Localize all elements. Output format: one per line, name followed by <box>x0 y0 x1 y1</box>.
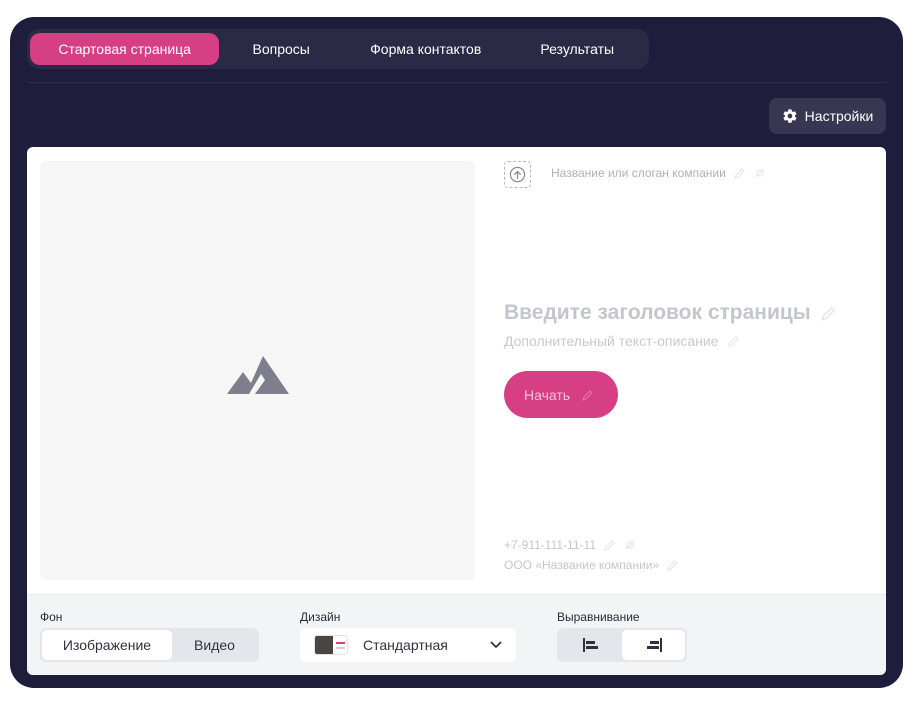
edit-pencil-icon <box>667 559 679 571</box>
subtitle-text: Дополнительный текст-описание <box>504 333 719 349</box>
gear-icon <box>783 109 797 123</box>
header-divider <box>27 82 886 83</box>
visibility-icon <box>624 539 636 551</box>
settings-label: Настройки <box>804 108 874 124</box>
edit-pencil-icon <box>604 539 616 551</box>
background-image-option[interactable]: Изображение <box>42 630 172 660</box>
image-placeholder-icon <box>226 355 289 394</box>
upload-icon <box>509 166 526 183</box>
app-frame: Стартовая страница Вопросы Форма контакт… <box>10 17 903 688</box>
design-select[interactable]: Стандартная <box>300 628 516 662</box>
edit-pencil-icon <box>733 167 746 179</box>
phone-text: +7-911-111-11-11 <box>504 538 596 552</box>
alignment-toggle <box>557 628 687 662</box>
alignment-label: Выравнивание <box>557 610 640 624</box>
media-area[interactable] <box>40 161 475 580</box>
tab-start-page[interactable]: Стартовая страница <box>30 33 220 65</box>
tab-results[interactable]: Результаты <box>508 33 646 65</box>
tab-questions[interactable]: Вопросы <box>219 33 343 65</box>
start-button[interactable]: Начать <box>504 371 618 418</box>
align-right-icon <box>646 638 662 652</box>
design-label: Дизайн <box>300 610 341 624</box>
design-value: Стандартная <box>363 637 448 653</box>
chevron-down-icon <box>490 641 502 648</box>
logo-upload[interactable] <box>504 161 531 188</box>
page-preview: Название или слоган компании Введите заг… <box>27 147 886 675</box>
tab-bar: Стартовая страница Вопросы Форма контакт… <box>27 29 649 69</box>
design-thumbnail <box>314 635 348 655</box>
start-button-label: Начать <box>524 386 571 403</box>
align-left-option[interactable] <box>559 630 622 660</box>
company-slogan[interactable]: Название или слоган компании <box>551 166 766 180</box>
edit-pencil-icon <box>728 335 740 347</box>
background-video-option[interactable]: Видео <box>172 630 257 660</box>
edit-pencil-icon <box>582 389 594 401</box>
visibility-icon <box>754 167 766 179</box>
background-label: Фон <box>40 610 63 624</box>
page-headline[interactable]: Введите заголовок страницы <box>504 301 837 325</box>
contact-phone[interactable]: +7-911-111-11-11 <box>504 538 636 552</box>
edit-pencil-icon <box>821 305 837 321</box>
headline-text: Введите заголовок страницы <box>504 301 811 324</box>
align-right-option[interactable] <box>622 630 685 660</box>
bottom-toolbar: Фон Изображение Видео Дизайн Стандартная… <box>27 594 886 675</box>
page-subtitle[interactable]: Дополнительный текст-описание <box>504 333 740 349</box>
settings-button[interactable]: Настройки <box>769 98 886 134</box>
tab-contact-form[interactable]: Форма контактов <box>343 33 508 65</box>
company-name[interactable]: ООО «Название компании» <box>504 558 679 572</box>
background-toggle: Изображение Видео <box>40 628 259 662</box>
align-left-icon <box>582 638 598 652</box>
slogan-text: Название или слоган компании <box>551 166 726 180</box>
company-text: ООО «Название компании» <box>504 558 660 572</box>
